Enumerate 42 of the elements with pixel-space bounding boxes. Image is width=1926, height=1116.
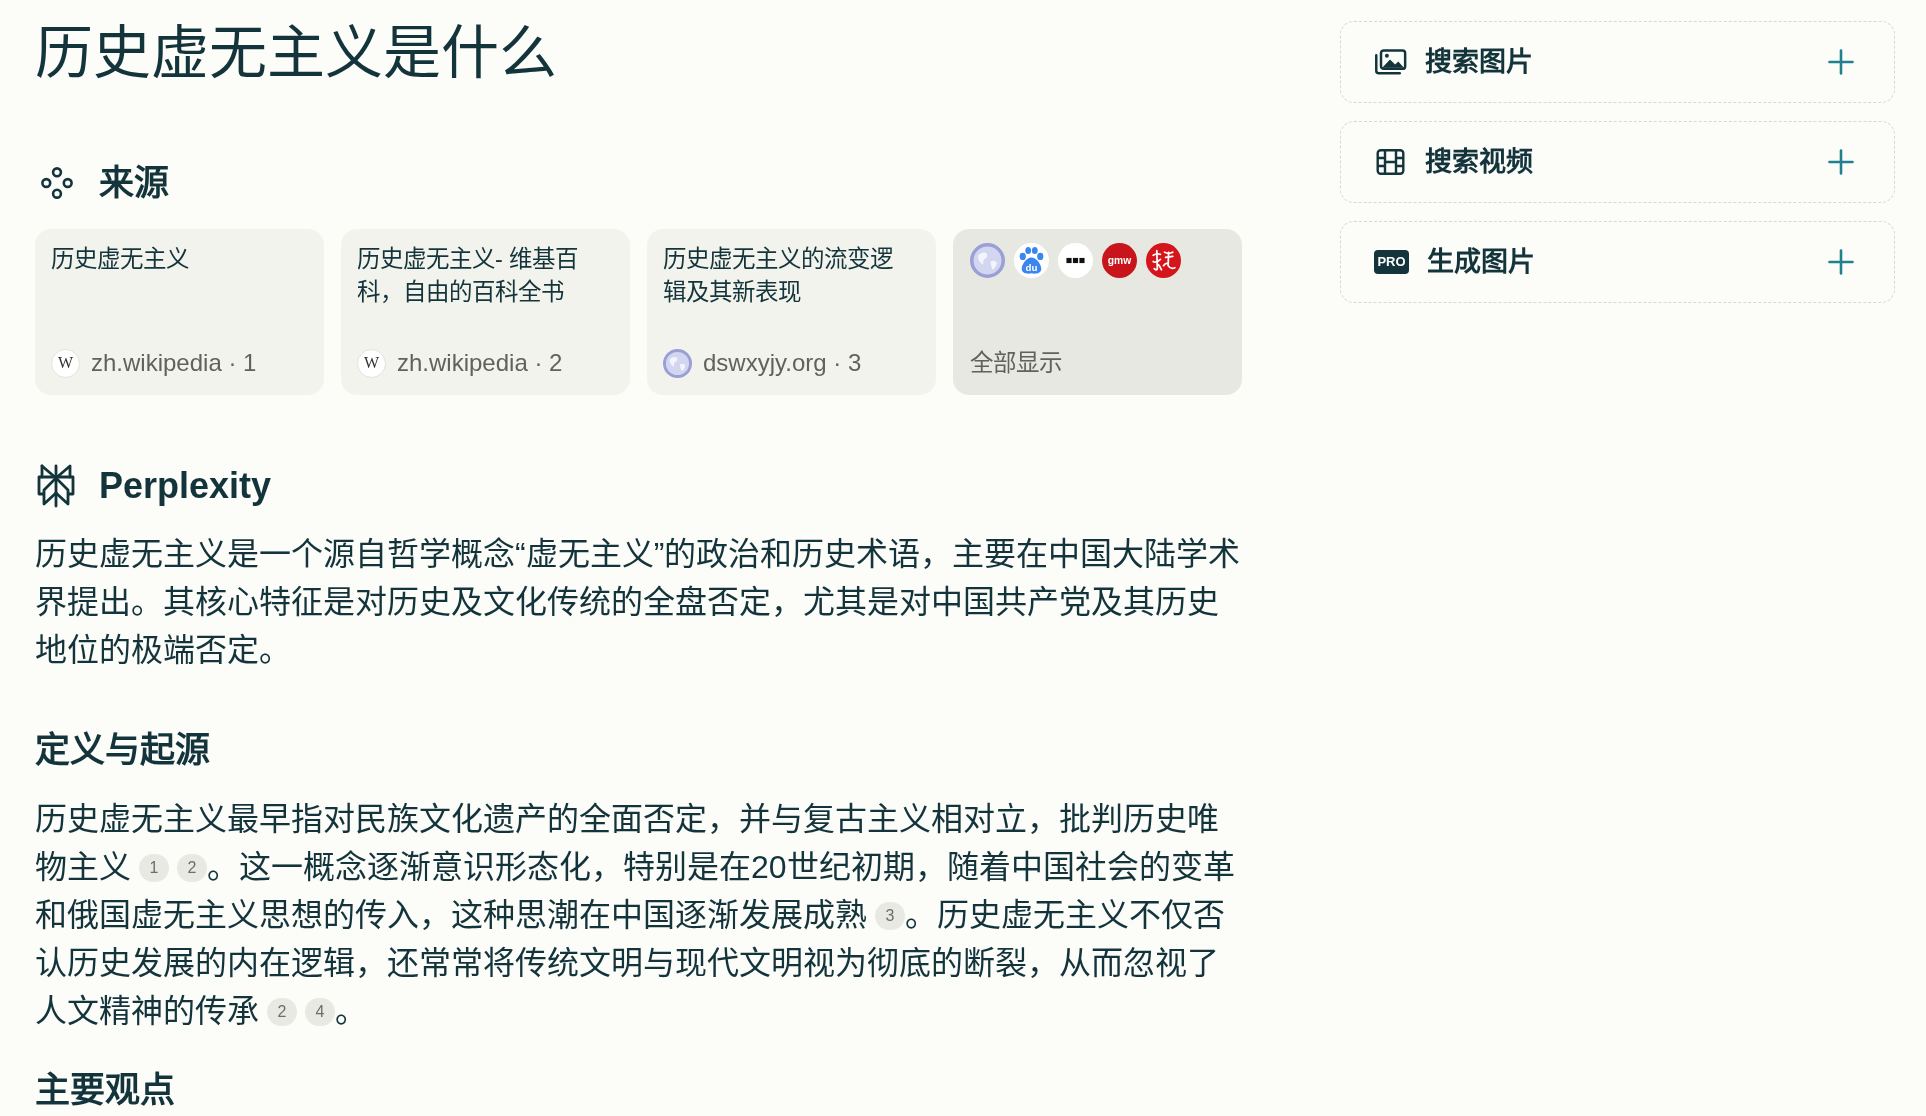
source-card[interactable]: 历史虚无主义的流变逻辑及其新表现 dswxyjy.org · 3 [647,229,936,395]
film-icon [1374,148,1407,176]
answer-brand: Perplexity [99,464,272,508]
citation-link[interactable]: 2 [177,854,207,882]
source-domain: dswxyjy.org · 3 [703,348,863,378]
site-logo: gmw [1102,243,1137,278]
answer-heading: 主要观点 [35,1069,176,1111]
source-domain: zh.wikipedia · 2 [397,348,564,378]
citation-link[interactable]: 3 [875,902,905,930]
pro-badge: PRO [1374,250,1409,274]
plus-icon [1828,149,1854,175]
source-card[interactable]: 历史虚无主义- 维基百科，自由的百科全书 W zh.wikipedia · 2 [341,229,630,395]
brand-logo-icon [36,464,76,508]
plus-icon [1828,249,1854,275]
answer-paragraph: 历史虚无主义最早指对民族文化遗产的全面否定，并与复古主义相对立，批判历史唯物主义 1 2 。这一概念逐渐意识形态化，特别是在20世纪初期，随着中国社会的变革和俄国虚无主义思想的传入，这种思潮在中国逐渐发展成熟 3 。历史虚无主义不仅否认历史发展的内在逻辑，还常常将传统文明与现代文明视为彻底的断裂，从而忽视了人文精神的传承 2 4 。 [35,800,1236,1031]
letter-logo: W [51,348,80,378]
source-title: 历史虚无主义- 维基百科，自由的百科全书 [357,245,580,307]
search-videos-button[interactable]: 搜索视频 [1340,121,1895,203]
brush-stroke-icon [1146,243,1181,278]
search-images-button[interactable]: 搜索图片 [1340,21,1895,103]
citation-link[interactable]: 1 [139,854,169,882]
paw-logo: du [1014,243,1049,278]
source-card[interactable]: 历史虚无主义 W zh.wikipedia · 1 [35,229,324,395]
query-title: 历史虚无主义是什么 [35,19,558,87]
show-all-card[interactable]: du gmw 全部显示 [953,229,1242,395]
citation-link[interactable]: 4 [305,998,335,1026]
answer-paragraph: 历史虚无主义是一个源自哲学概念“虚无主义”的政治和历史术语，主要在中国大陆学术界提出。其核心特征是对历史及文化传统的全盘否定，尤其是对中国共产党及其历史地位的极端否定。 [35,535,1242,670]
globe-icon [663,348,692,378]
show-all-label: 全部显示 [970,349,1063,378]
source-domain: zh.wikipedia · 1 [91,348,258,378]
sources-icon [41,167,73,199]
image-icon [1374,48,1407,76]
sources-heading: 来源 [99,162,169,204]
source-title: 历史虚无主义 [51,245,190,274]
dots-icon [1058,243,1093,278]
citation-link[interactable]: 2 [267,998,297,1026]
letter-logo: W [357,348,386,378]
globe-icon [970,243,1005,278]
source-title: 历史虚无主义的流变逻辑及其新表现 [663,245,894,307]
generate-image-button[interactable]: PRO 生成图片 [1340,221,1895,303]
answer-heading: 定义与起源 [35,729,211,771]
plus-icon [1828,49,1854,75]
